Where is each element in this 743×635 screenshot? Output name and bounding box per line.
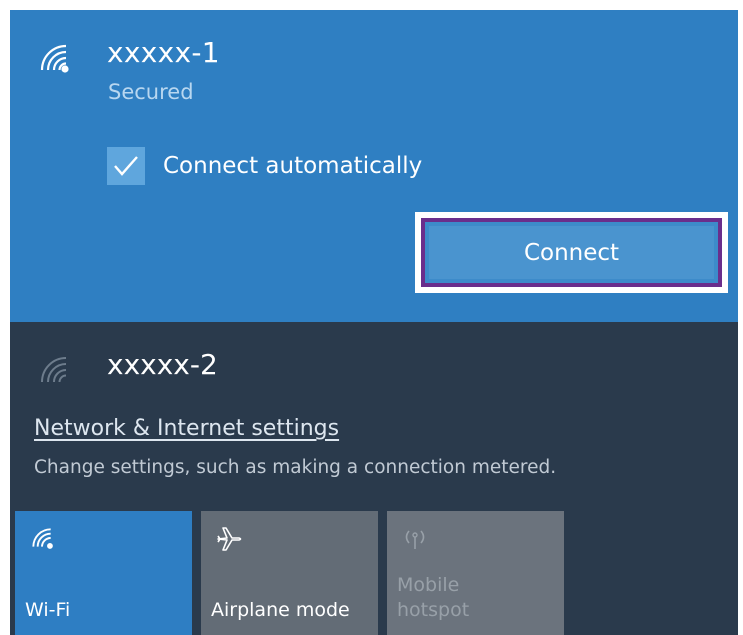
network-settings-description: Change settings, such as making a connec… (34, 457, 557, 478)
network-item-selected[interactable]: xxxxx-1 Secured Connect automatically Co… (10, 10, 738, 322)
network-name: xxxxx-1 (107, 36, 220, 69)
network-status: Secured (108, 80, 194, 104)
airplane-mode-tile[interactable]: Airplane mode (201, 511, 378, 635)
checkmark-icon (114, 156, 138, 176)
hotspot-icon (401, 525, 429, 557)
mobile-hotspot-tile[interactable]: Mobile hotspot (387, 511, 564, 635)
network-settings-link[interactable]: Network & Internet settings (34, 416, 339, 441)
connect-button[interactable]: Connect (429, 226, 714, 279)
hotspot-label-line2: hotspot (397, 599, 470, 621)
network-flyout: xxxxx-1 Secured Connect automatically Co… (10, 10, 738, 635)
hotspot-tile-label: Mobile hotspot (397, 573, 469, 623)
wifi-signal-icon (36, 40, 72, 76)
highlight-frame: Connect (421, 218, 722, 287)
connect-automatically-checkbox[interactable]: Connect automatically (107, 146, 422, 186)
quick-actions: Wi-Fi Airplane mode Mobile hotspot (15, 511, 738, 635)
airplane-icon (215, 525, 243, 557)
wifi-icon (29, 525, 55, 555)
hotspot-label-line1: Mobile (397, 574, 460, 596)
connect-button-highlight: Connect (415, 212, 728, 293)
checkbox-checked[interactable] (107, 147, 145, 185)
wifi-signal-weak-icon (36, 352, 72, 388)
wifi-tile-label: Wi-Fi (25, 599, 71, 621)
connect-automatically-label: Connect automatically (163, 153, 423, 179)
wifi-toggle-tile[interactable]: Wi-Fi (15, 511, 192, 635)
airplane-tile-label: Airplane mode (211, 599, 350, 621)
network-item[interactable]: xxxxx-2 (10, 330, 738, 408)
network-name: xxxxx-2 (107, 348, 218, 381)
